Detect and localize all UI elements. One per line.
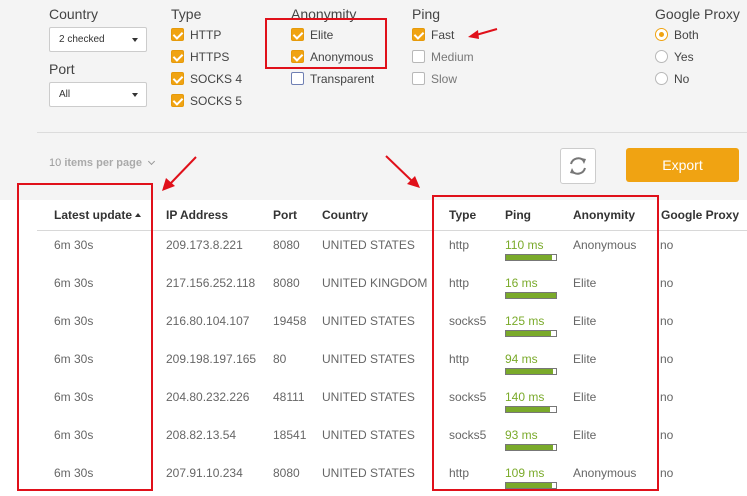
country-cell: UNITED KINGDOM: [322, 276, 428, 290]
annotation-arrow-icon: [385, 155, 420, 188]
checkbox-checked-icon: [171, 94, 184, 107]
column-header-country[interactable]: Country: [322, 208, 368, 222]
port-select[interactable]: All: [49, 82, 147, 107]
google-proxy-cell: no: [660, 352, 674, 366]
google-proxy-cell: no: [660, 238, 674, 252]
ping-option-label: Slow: [431, 72, 458, 86]
items-per-page-count: 10: [49, 157, 62, 169]
radio-unselected-icon: [655, 72, 668, 85]
country-cell: UNITED STATES: [322, 314, 415, 328]
ip-address-cell: 207.91.10.234: [166, 466, 243, 480]
country-cell: UNITED STATES: [322, 428, 415, 442]
type-option-label: SOCKS 4: [190, 72, 243, 86]
checkbox-checked-icon: [171, 28, 184, 41]
google-proxy-option-label: No: [674, 72, 690, 86]
port-cell: 8080: [273, 276, 300, 290]
radio-selected-icon: [655, 28, 668, 41]
annotation-arrow-icon: [162, 156, 197, 191]
ip-address-cell: 204.80.232.226: [166, 390, 250, 404]
checkbox-checked-icon: [171, 50, 184, 63]
radio-unselected-icon: [655, 50, 668, 63]
country-cell: UNITED STATES: [322, 238, 415, 252]
refresh-button[interactable]: [560, 148, 596, 184]
ping-option-label: Medium: [431, 50, 474, 64]
country-select[interactable]: 2 checked: [49, 27, 147, 52]
anonymity-option-label: Transparent: [310, 72, 375, 86]
ip-address-cell: 209.198.197.165: [166, 352, 257, 366]
google-proxy-cell: no: [660, 428, 674, 442]
chevron-down-icon: [132, 93, 138, 97]
country-title: Country: [49, 6, 99, 22]
port-cell: 8080: [273, 466, 300, 480]
google-proxy-cell: no: [660, 314, 674, 328]
country-cell: UNITED STATES: [322, 352, 415, 366]
google-proxy-cell: no: [660, 276, 674, 290]
type-title: Type: [171, 6, 202, 22]
annotation-box-anonymity: [265, 18, 387, 69]
port-title: Port: [49, 61, 75, 77]
port-cell: 18541: [273, 428, 307, 442]
google-proxy-option-label: Both: [674, 28, 699, 42]
items-per-page-label: items per page: [64, 157, 142, 169]
google-proxy-cell: no: [660, 390, 674, 404]
ip-address-cell: 209.173.8.221: [166, 238, 243, 252]
google-proxy-option-label: Yes: [674, 50, 694, 64]
checkbox-checked-icon: [412, 28, 425, 41]
checkbox-unchecked-icon: [412, 72, 425, 85]
google-proxy-title: Google Proxy: [655, 6, 740, 22]
chevron-down-icon: [147, 157, 156, 166]
checkbox-checked-icon: [171, 72, 184, 85]
divider: [37, 132, 747, 133]
checkbox-unchecked-icon: [291, 72, 304, 85]
country-select-value: 2 checked: [59, 34, 105, 45]
ping-option-label: Fast: [431, 28, 455, 42]
annotation-box-type-ping-anonymity: [432, 195, 659, 491]
ip-address-cell: 208.82.13.54: [166, 428, 237, 442]
port-cell: 48111: [273, 390, 305, 404]
items-per-page-dropdown[interactable]: 10 items per page: [49, 157, 156, 169]
column-header-google-proxy[interactable]: Google Proxy: [661, 208, 739, 222]
google-proxy-cell: no: [660, 466, 674, 480]
port-select-value: All: [59, 89, 71, 100]
port-cell: 8080: [273, 238, 300, 252]
country-cell: UNITED STATES: [322, 466, 415, 480]
annotation-box-latest-update: [17, 183, 153, 491]
port-cell: 19458: [273, 314, 307, 328]
type-option-label: SOCKS 5: [190, 94, 243, 108]
chevron-down-icon: [132, 38, 138, 42]
country-cell: UNITED STATES: [322, 390, 415, 404]
export-button[interactable]: Export: [626, 148, 739, 182]
refresh-icon: [570, 157, 586, 175]
ip-address-cell: 217.156.252.118: [166, 276, 256, 290]
annotation-arrow-icon: [468, 28, 498, 39]
ping-title: Ping: [412, 6, 441, 22]
ip-address-cell: 216.80.104.107: [166, 314, 250, 328]
column-header-ip-address[interactable]: IP Address: [166, 208, 228, 222]
type-option-label: HTTPS: [190, 50, 230, 64]
column-header-port[interactable]: Port: [273, 208, 297, 222]
checkbox-unchecked-icon: [412, 50, 425, 63]
type-option-label: HTTP: [190, 28, 222, 42]
port-cell: 80: [273, 352, 287, 366]
